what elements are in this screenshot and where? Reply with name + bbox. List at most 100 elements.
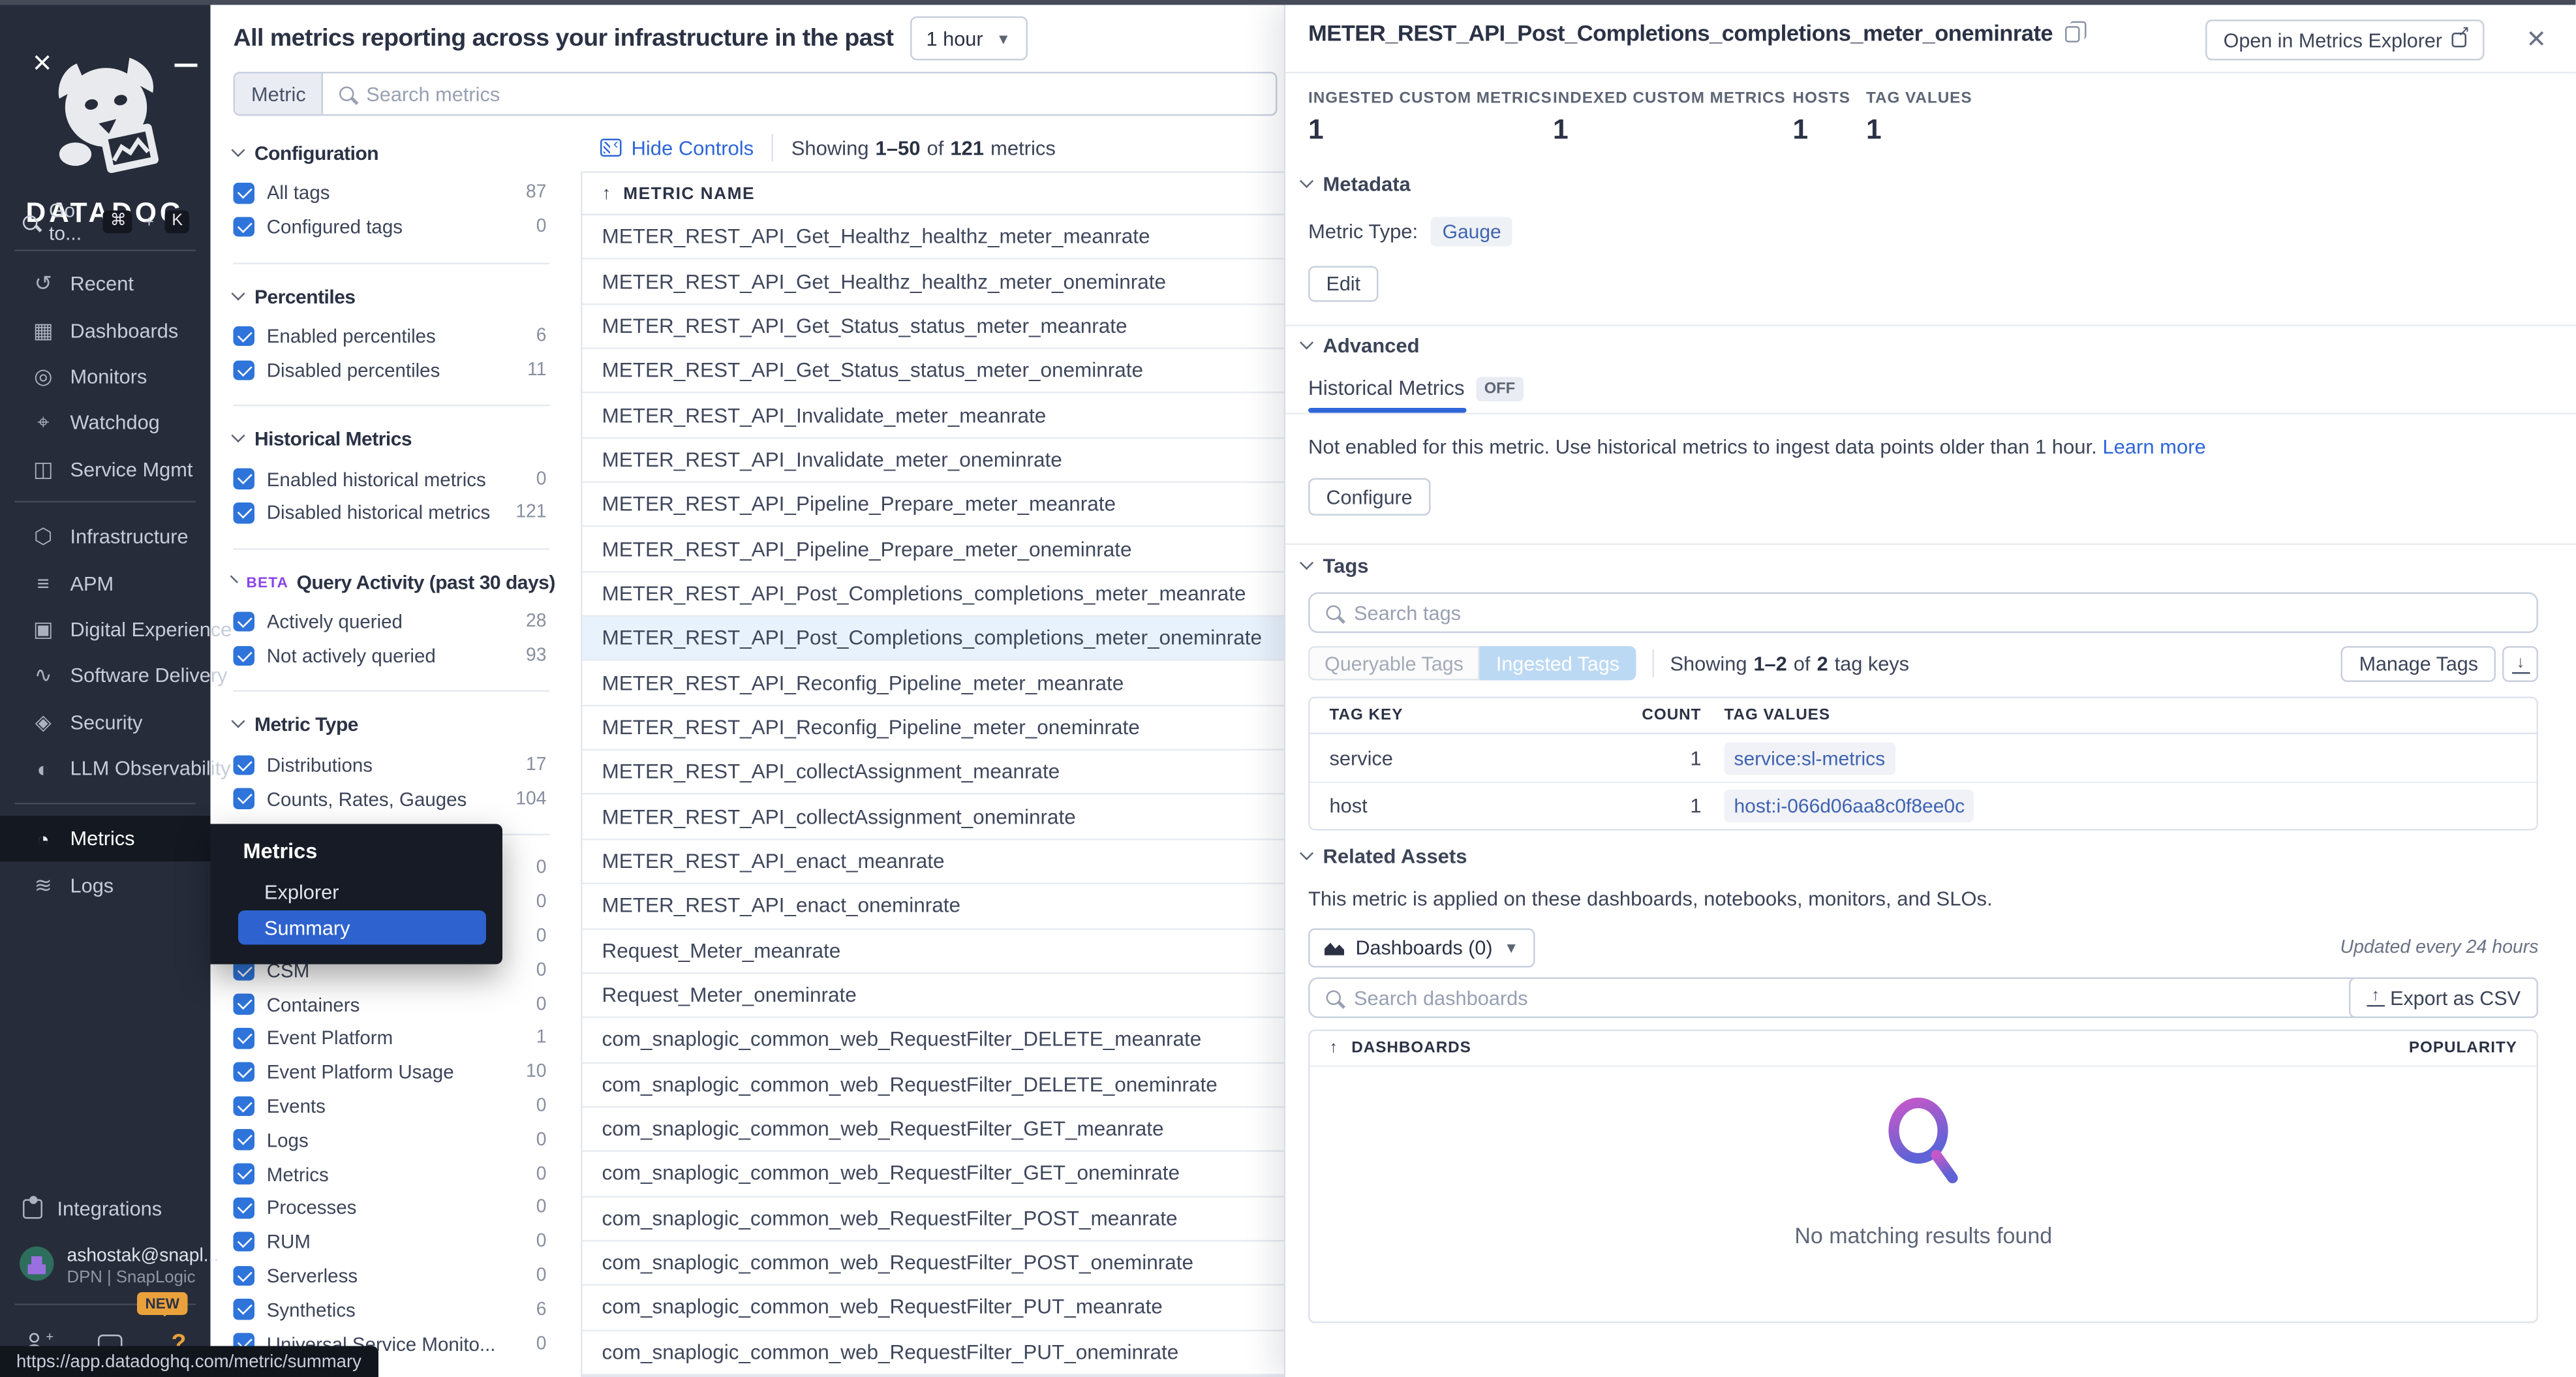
metric-search-bar[interactable]: Metric Search metrics bbox=[234, 72, 1278, 116]
learn-more-link[interactable]: Learn more bbox=[2102, 436, 2205, 459]
facet-section-header[interactable]: Historical Metrics bbox=[234, 423, 550, 456]
hide-controls-button[interactable]: Hide Controls bbox=[600, 136, 754, 159]
facet-count: 28 bbox=[526, 612, 549, 632]
count-column-header[interactable]: COUNT bbox=[1636, 707, 1702, 725]
facet-item[interactable]: Enabled percentiles 6 bbox=[234, 319, 550, 353]
user-menu[interactable]: ashostak@snapl... DPN | SnapLogic bbox=[0, 1246, 211, 1288]
edit-button[interactable]: Edit bbox=[1308, 266, 1379, 302]
divider bbox=[1285, 544, 2576, 546]
tag-value-pill[interactable]: service:sl-metrics bbox=[1725, 741, 1895, 774]
checkbox[interactable] bbox=[234, 1198, 254, 1218]
checkbox[interactable] bbox=[234, 1028, 254, 1048]
related-assets-section-header[interactable]: Related Assets bbox=[1302, 845, 1467, 868]
export-csv-button[interactable]: ↑ Export as CSV bbox=[2349, 978, 2539, 1019]
sidebar-nav-item[interactable]: ◎ Monitors bbox=[0, 354, 211, 400]
metadata-section-header[interactable]: Metadata bbox=[1302, 173, 1411, 196]
sidebar-nav-item[interactable]: ⌖ Watchdog bbox=[0, 400, 211, 446]
facet-item[interactable]: Processes 0 bbox=[234, 1191, 550, 1225]
sidebar-nav-item[interactable]: ↺ Recent bbox=[0, 261, 211, 307]
facet-item[interactable]: Counts, Rates, Gauges 104 bbox=[234, 782, 550, 816]
tab-historical-metrics[interactable]: Historical Metrics bbox=[1308, 377, 1465, 400]
checkbox[interactable] bbox=[234, 217, 254, 237]
tag-value-pill[interactable]: host:i-066d06aa8c0f8ee0c bbox=[1725, 790, 1975, 822]
facet-section-header[interactable]: Metric Type bbox=[234, 709, 550, 741]
checkbox[interactable] bbox=[234, 754, 254, 775]
checkbox[interactable] bbox=[234, 360, 254, 380]
checkbox[interactable] bbox=[234, 994, 254, 1014]
sidebar-nav-item[interactable]: ∿ Software Delivery bbox=[0, 653, 211, 699]
facet-section-header[interactable]: Configuration bbox=[234, 137, 550, 170]
checkbox[interactable] bbox=[234, 1062, 254, 1082]
sidebar-nav-item[interactable]: ◫ Service Mgmt bbox=[0, 446, 211, 493]
checkbox[interactable] bbox=[234, 1299, 254, 1320]
copy-icon[interactable] bbox=[2066, 25, 2081, 42]
checkbox[interactable] bbox=[234, 469, 254, 489]
configure-button[interactable]: Configure bbox=[1308, 478, 1430, 516]
flyout-menu-item[interactable]: Summary bbox=[238, 910, 486, 945]
sidebar-nav-item[interactable]: ◐ LLM Observability bbox=[0, 745, 211, 792]
queryable-tags-toggle[interactable]: Queryable Tags bbox=[1308, 646, 1480, 681]
search-input[interactable]: Search metrics bbox=[324, 74, 1276, 115]
popularity-column-header[interactable]: POPULARITY bbox=[2409, 1040, 2517, 1058]
facet-item[interactable]: All tags 87 bbox=[234, 176, 550, 210]
facet-item[interactable]: Events 0 bbox=[234, 1089, 550, 1123]
manage-tags-button[interactable]: Manage Tags bbox=[2341, 646, 2496, 682]
checkbox[interactable] bbox=[234, 1130, 254, 1150]
facet-item[interactable]: RUM 0 bbox=[234, 1225, 550, 1259]
facet-section-header[interactable]: Percentiles bbox=[234, 280, 550, 313]
sidebar-item-integrations[interactable]: Integrations bbox=[0, 1198, 211, 1220]
facet-item[interactable]: Not actively queried 93 bbox=[234, 639, 550, 673]
goto-search[interactable]: Go to... ⌘ + K bbox=[23, 199, 189, 245]
tags-section-header[interactable]: Tags bbox=[1302, 555, 1369, 578]
checkbox[interactable] bbox=[234, 1096, 254, 1116]
sidebar-nav-item[interactable]: ⬡ Infrastructure bbox=[0, 514, 211, 561]
sidebar-nav-item[interactable]: ▣ Digital Experience bbox=[0, 606, 211, 653]
asset-type-dropdown[interactable]: Dashboards (0) ▼ bbox=[1308, 929, 1535, 968]
sort-arrow-icon: ↑ bbox=[602, 183, 612, 203]
sidebar-nav-item[interactable]: ▦ Dashboards bbox=[0, 307, 211, 354]
historical-metrics-description: Not enabled for this metric. Use histori… bbox=[1308, 436, 2206, 459]
ingested-tags-toggle[interactable]: Ingested Tags bbox=[1480, 646, 1636, 681]
checkbox[interactable] bbox=[234, 788, 254, 809]
sidebar-nav-item[interactable]: ◈ Security bbox=[0, 699, 211, 745]
facet-section-header[interactable]: BETA Query Activity (past 30 days) bbox=[234, 566, 550, 598]
facet-item[interactable]: Configured tags 0 bbox=[234, 210, 550, 244]
checkbox[interactable] bbox=[234, 503, 254, 523]
tag-values-column-header[interactable]: TAG VALUES bbox=[1702, 707, 1831, 725]
facet-item[interactable]: Distributions 17 bbox=[234, 748, 550, 782]
open-in-metrics-explorer-button[interactable]: Open in Metrics Explorer bbox=[2205, 20, 2485, 61]
dashboards-column-header[interactable]: ↑ DASHBOARDS bbox=[1330, 1040, 1471, 1058]
facet-item[interactable]: Disabled percentiles 11 bbox=[234, 353, 550, 387]
checkbox[interactable] bbox=[234, 645, 254, 666]
dashboards-search-input[interactable]: Search dashboards bbox=[1308, 978, 2387, 1019]
flyout-menu-item[interactable]: Explorer bbox=[238, 874, 486, 909]
minimize-icon[interactable] bbox=[175, 64, 198, 67]
time-range-dropdown[interactable]: 1 hour ▼ bbox=[910, 16, 1026, 61]
tags-search-input[interactable]: Search tags bbox=[1308, 593, 2538, 634]
checkbox[interactable] bbox=[234, 1265, 254, 1286]
checkbox[interactable] bbox=[234, 1231, 254, 1252]
facet-item[interactable]: Logs 0 bbox=[234, 1123, 550, 1157]
close-panel-icon[interactable]: ✕ bbox=[2526, 25, 2547, 54]
checkbox[interactable] bbox=[234, 1164, 254, 1184]
sidebar-nav-item[interactable]: ≡ APM bbox=[0, 560, 211, 606]
facet-item[interactable]: Synthetics 6 bbox=[234, 1293, 550, 1327]
checkbox[interactable] bbox=[234, 183, 254, 203]
facet-item[interactable]: Metrics 0 bbox=[234, 1157, 550, 1191]
facet-item[interactable]: Enabled historical metrics 0 bbox=[234, 462, 550, 496]
facet-item[interactable]: Actively queried 28 bbox=[234, 605, 550, 639]
checkbox[interactable] bbox=[234, 326, 254, 346]
facet-item[interactable]: Event Platform Usage 10 bbox=[234, 1055, 550, 1089]
nav-icon: ∿ bbox=[31, 663, 56, 689]
facet-item[interactable]: Event Platform 1 bbox=[234, 1021, 550, 1055]
facet-count: 6 bbox=[536, 326, 550, 346]
facet-item[interactable]: Containers 0 bbox=[234, 987, 550, 1021]
sidebar-nav-item[interactable]: ≋ Logs bbox=[0, 862, 211, 908]
facet-item[interactable]: Serverless 0 bbox=[234, 1259, 550, 1293]
facet-item[interactable]: Disabled historical metrics 121 bbox=[234, 496, 550, 530]
sidebar-nav-item[interactable]: ◔ Metrics bbox=[0, 816, 211, 862]
checkbox[interactable] bbox=[234, 611, 254, 632]
advanced-section-header[interactable]: Advanced bbox=[1302, 335, 1420, 358]
download-tags-button[interactable]: ↓ bbox=[2502, 646, 2538, 682]
tag-key-column-header[interactable]: TAG KEY bbox=[1310, 707, 1636, 725]
